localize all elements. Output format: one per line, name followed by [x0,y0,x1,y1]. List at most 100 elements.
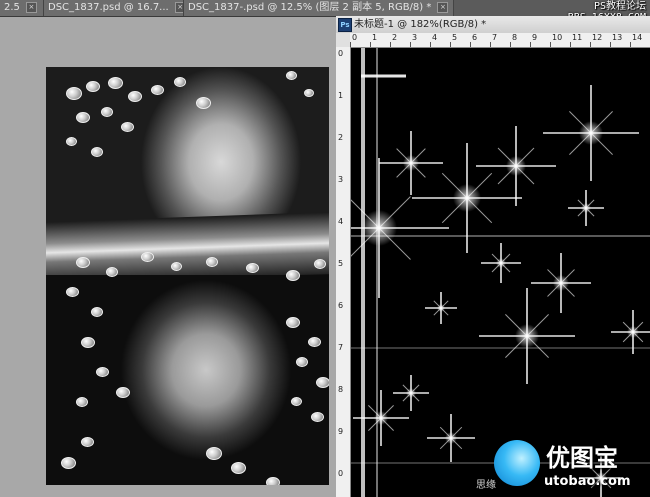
ruler-tick-label: 0 [338,49,344,58]
crystal-gem [174,77,186,87]
ruler-tick-label: 11 [572,33,583,42]
site-url: utobao.com [544,474,631,489]
crystal-gem [304,89,314,97]
crystal-gem [171,262,182,271]
crystal-gem [76,397,88,407]
ruler-tick [610,42,611,47]
crystal-gem [286,317,300,328]
photoshop-icon: Ps [338,18,352,32]
watermark-line1: PS教程论坛 [593,1,646,12]
ruler-tick-label: 14 [632,33,643,42]
crystal-gem [266,477,280,485]
crystal-gem [206,257,218,267]
crystal-gem [66,287,79,297]
ruler-tick [630,42,631,47]
crystal-gem [108,77,123,89]
ruler-tick-label: 1 [338,91,344,100]
tab-label: DSC_1837-.psd @ 12.5% (图层 2 副本 5, RGB/8)… [188,2,432,13]
bird-logo-icon [494,440,540,486]
crystal-gem [206,447,222,460]
ruler-tick-label: 6 [472,33,478,42]
close-icon[interactable]: × [437,1,449,13]
crystal-gem [151,85,164,95]
crystal-gem [308,337,321,347]
ruler-tick-label: 6 [338,301,344,310]
document-tab-0[interactable]: 2.5 × [0,0,44,16]
ruler-tick-label: 8 [338,385,344,394]
crystal-gem [96,367,109,377]
crystal-gem [91,147,103,157]
ruler-tick-label: 7 [492,33,498,42]
ruler-tick [550,42,551,47]
ruler-tick [530,42,531,47]
ruler-tick [510,42,511,47]
crystal-gem [81,437,94,447]
crystal-gem [76,112,90,123]
ruler-tick [410,42,411,47]
ruler-vertical[interactable]: 0 1 2 3 4 5 6 7 8 9 0 [336,47,351,497]
photo-reflection-image [46,67,329,485]
document-canvas-main[interactable] [0,17,336,497]
ruler-tick-label: 5 [338,259,344,268]
ruler-origin[interactable] [336,33,351,48]
crystal-gem [316,377,329,388]
ruler-tick-label: 1 [372,33,378,42]
ruler-tick-label: 8 [512,33,518,42]
starburst-layer [351,48,650,497]
document-title: 未标题-1 @ 182%(RGB/8) * [354,19,487,30]
ruler-tick-label: 0 [338,469,344,478]
ruler-tick-label: 12 [592,33,603,42]
document-tab-bar: 2.5 × DSC_1837.psd @ 16.7... × DSC_1837-.psd… [0,0,650,23]
tab-label: 2.5 [4,2,20,13]
starburst-canvas[interactable] [351,48,650,497]
document-title-bar[interactable]: Ps 未标题-1 @ 182%(RGB/8) * [336,16,650,34]
ruler-tick-label: 4 [338,217,344,226]
close-icon[interactable]: × [25,1,37,13]
ruler-tick-label: 9 [338,427,344,436]
ruler-tick [590,42,591,47]
crystal-gem [121,122,134,132]
crystal-gem [101,107,113,117]
ruler-tick-label: 9 [532,33,538,42]
ruler-tick [490,42,491,47]
crystal-gem [246,263,259,273]
crystal-gem [81,337,95,348]
ruler-tick-label: 2 [338,133,344,142]
crystal-gem [116,387,130,398]
close-icon[interactable]: × [174,1,183,13]
ruler-tick-label: 3 [412,33,418,42]
document-tab-2[interactable]: DSC_1837-.psd @ 12.5% (图层 2 副本 5, RGB/8)… [184,0,454,16]
document-tab-1[interactable]: DSC_1837.psd @ 16.7... × [44,0,184,16]
ruler-tick [370,42,371,47]
ruler-tick-label: 4 [432,33,438,42]
document-window-untitled[interactable]: Ps 未标题-1 @ 182%(RGB/8) * 0 1 2 3 4 5 6 7 8 9 10 11 1… [336,16,650,497]
crystal-gem [311,412,324,422]
ruler-horizontal[interactable]: 0 1 2 3 4 5 6 7 8 9 10 11 12 13 14 [350,33,650,48]
crystal-gem [231,462,246,474]
ruler-tick-label: 10 [552,33,563,42]
ruler-tick [450,42,451,47]
crystal-gem [314,259,326,269]
photo-face-reflection [46,275,329,485]
crystal-gem [286,270,300,281]
crystal-gem [128,91,142,102]
crystal-gem [196,97,211,109]
ruler-tick [570,42,571,47]
partner-mark: 思缘 [476,480,496,491]
crystal-gem [86,81,100,92]
ruler-tick-label: 7 [338,343,344,352]
ruler-tick-label: 2 [392,33,398,42]
crystal-gem [66,137,77,146]
tab-label: DSC_1837.psd @ 16.7... [48,2,169,13]
ruler-tick [390,42,391,47]
site-watermark: 优图宝 utobao.com 思缘 [476,436,650,497]
ruler-tick-label: 13 [612,33,623,42]
crystal-gem [91,307,103,317]
ruler-tick-label: 5 [452,33,458,42]
ruler-tick-label: 3 [338,175,344,184]
crystal-gem [141,252,154,262]
ruler-tick [470,42,471,47]
crystal-gem [296,357,308,367]
ruler-tick [430,42,431,47]
crystal-gem [76,257,90,268]
